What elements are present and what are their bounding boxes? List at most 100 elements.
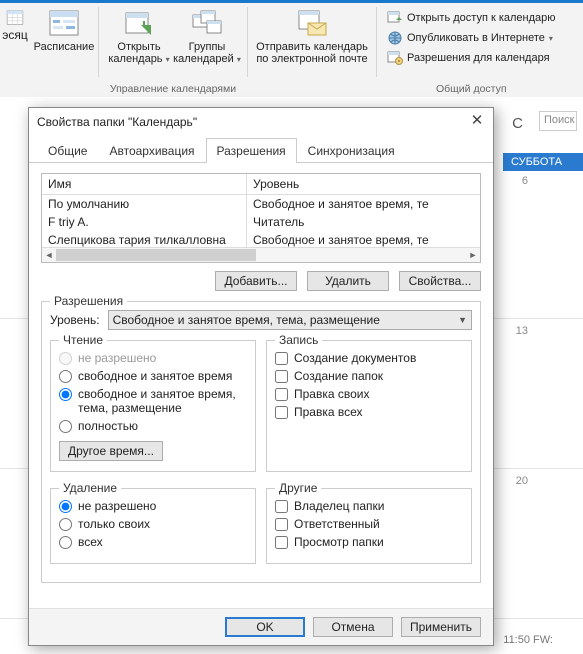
checkbox-edit-own[interactable]: Правка своих bbox=[275, 387, 463, 401]
tab-sync[interactable]: Синхронизация bbox=[297, 138, 406, 163]
checkbox-label: Создание документов bbox=[294, 351, 416, 365]
radio-input[interactable] bbox=[59, 500, 72, 513]
checkbox-edit-all[interactable]: Правка всех bbox=[275, 405, 463, 419]
search-input[interactable]: Поиск bbox=[539, 111, 577, 131]
table-row[interactable]: F triy A. Читатель bbox=[42, 213, 480, 231]
dialog-titlebar: Свойства папки "Календарь" ✕ bbox=[29, 108, 493, 136]
checkbox-input[interactable] bbox=[275, 370, 288, 383]
permissions-fieldset: Разрешения Уровень: Свободное и занятое … bbox=[41, 301, 481, 583]
radio-input[interactable] bbox=[59, 420, 72, 433]
properties-button[interactable]: Свойства... bbox=[399, 271, 481, 291]
ribbon-item-share-open[interactable]: Открыть доступ к календарю bbox=[383, 9, 560, 27]
calendar-letter: С bbox=[512, 115, 523, 132]
ribbon-label: Расписание bbox=[34, 41, 95, 53]
cancel-button[interactable]: Отмена bbox=[313, 617, 393, 637]
checkbox-input[interactable] bbox=[275, 500, 288, 513]
chevron-down-icon: ▼ bbox=[458, 315, 467, 325]
checkbox-input[interactable] bbox=[275, 518, 288, 531]
checkbox-folder-view[interactable]: Просмотр папки bbox=[275, 535, 463, 549]
cell-name: Слепцикова тария тилкалловна bbox=[42, 231, 247, 247]
checkbox-input[interactable] bbox=[275, 352, 288, 365]
scroll-right-icon[interactable]: ► bbox=[466, 248, 480, 262]
tab-permissions[interactable]: Разрешения bbox=[206, 138, 297, 163]
ribbon-group-label: Управление календарями bbox=[99, 83, 247, 95]
ribbon-item-schedule[interactable]: Расписание bbox=[30, 3, 98, 97]
checkbox-input[interactable] bbox=[275, 406, 288, 419]
checkbox-folder-owner[interactable]: Владелец папки bbox=[275, 499, 463, 513]
radio-read-freebusy-subject[interactable]: свободное и занятое время, тема, размеще… bbox=[59, 387, 247, 415]
ribbon-label: эсяц bbox=[2, 28, 28, 42]
chevron-down-icon: ▾ bbox=[166, 55, 170, 64]
fieldset-legend: Чтение bbox=[59, 333, 107, 347]
table-row[interactable]: Слепцикова тария тилкалловна Свободное и… bbox=[42, 231, 480, 247]
ribbon-item-send-email[interactable]: Отправить календарь по электронной почте bbox=[248, 3, 376, 97]
table-row[interactable]: По умолчанию Свободное и занятое время, … bbox=[42, 195, 480, 213]
radio-label: всех bbox=[78, 535, 103, 549]
ribbon-group-label: Общий доступ bbox=[377, 83, 566, 95]
radio-input[interactable] bbox=[59, 518, 72, 531]
add-button[interactable]: Добавить... bbox=[215, 271, 297, 291]
radio-input[interactable] bbox=[59, 388, 72, 401]
ribbon-item-month[interactable]: эсяц bbox=[0, 3, 30, 97]
level-select[interactable]: Свободное и занятое время, тема, размеще… bbox=[108, 310, 472, 330]
weekday-header-saturday: СУББОТА bbox=[503, 153, 583, 171]
checkbox-responsible[interactable]: Ответственный bbox=[275, 517, 463, 531]
radio-read-full[interactable]: полностью bbox=[59, 419, 247, 433]
checkbox-label: Просмотр папки bbox=[294, 535, 384, 549]
ribbon-item-calendar-permissions[interactable]: Разрешения для календаря bbox=[383, 49, 554, 67]
permissions-list-header: Имя Уровень bbox=[42, 174, 480, 195]
radio-delete-all[interactable]: всех bbox=[59, 535, 247, 549]
tab-general[interactable]: Общие bbox=[37, 138, 98, 163]
radio-read-none: не разрешено bbox=[59, 351, 247, 365]
cell-name: По умолчанию bbox=[42, 195, 247, 213]
checkbox-create-folders[interactable]: Создание папок bbox=[275, 369, 463, 383]
delete-fieldset: Удаление не разрешено только своих всех bbox=[50, 488, 256, 564]
scroll-left-icon[interactable]: ◄ bbox=[42, 248, 56, 262]
checkbox-input[interactable] bbox=[275, 536, 288, 549]
checkbox-label: Владелец папки bbox=[294, 499, 384, 513]
cell-level: Свободное и занятое время, те bbox=[247, 195, 480, 213]
ribbon-item-publish[interactable]: Опубликовать в Интернете ▾ bbox=[383, 29, 557, 47]
chevron-down-icon: ▾ bbox=[549, 34, 553, 43]
remove-button[interactable]: Удалить bbox=[307, 271, 389, 291]
radio-delete-own[interactable]: только своих bbox=[59, 517, 247, 531]
ribbon-group-share: Открыть доступ к календарю Опубликовать … bbox=[377, 3, 566, 97]
horizontal-scrollbar[interactable]: ◄ ► bbox=[42, 247, 480, 262]
tab-body-permissions: Имя Уровень По умолчанию Свободное и зан… bbox=[29, 163, 493, 608]
dialog-tabs: Общие Автоархивация Разрешения Синхрониз… bbox=[29, 138, 493, 163]
level-label: Уровень: bbox=[50, 313, 100, 327]
ribbon-item-calendar-groups[interactable]: Группы календарей ▾ bbox=[173, 7, 241, 66]
cell-name: F triy A. bbox=[42, 213, 247, 231]
level-select-value: Свободное и занятое время, тема, размеще… bbox=[113, 313, 380, 327]
ribbon-item-open-calendar[interactable]: Открыть календарь ▾ bbox=[105, 7, 173, 66]
permissions-list[interactable]: Имя Уровень По умолчанию Свободное и зан… bbox=[41, 173, 481, 263]
read-fieldset: Чтение не разрешено свободное и занятое … bbox=[50, 340, 256, 472]
radio-label: не разрешено bbox=[78, 351, 156, 365]
apply-button[interactable]: Применить bbox=[401, 617, 481, 637]
radio-label: не разрешено bbox=[78, 499, 156, 513]
column-header-level[interactable]: Уровень bbox=[247, 174, 480, 194]
cell-level: Читатель bbox=[247, 213, 480, 231]
other-time-button[interactable]: Другое время... bbox=[59, 441, 163, 461]
column-header-name[interactable]: Имя bbox=[42, 174, 247, 194]
radio-read-freebusy[interactable]: свободное и занятое время bbox=[59, 369, 247, 383]
radio-input[interactable] bbox=[59, 536, 72, 549]
fieldset-legend: Другие bbox=[275, 481, 321, 495]
checkbox-label: Создание папок bbox=[294, 369, 383, 383]
ribbon-label: Разрешения для календаря bbox=[407, 52, 550, 64]
ribbon-label: Опубликовать в Интернете bbox=[407, 32, 545, 44]
checkbox-create-items[interactable]: Создание документов bbox=[275, 351, 463, 365]
close-button[interactable]: ✕ bbox=[469, 114, 485, 130]
checkbox-input[interactable] bbox=[275, 388, 288, 401]
calendar-share-icon bbox=[387, 10, 403, 26]
radio-delete-none[interactable]: не разрешено bbox=[59, 499, 247, 513]
radio-input[interactable] bbox=[59, 370, 72, 383]
chevron-down-icon: ▾ bbox=[237, 55, 241, 64]
cell-level: Свободное и занятое время, те bbox=[247, 231, 480, 247]
tab-autoarchive[interactable]: Автоархивация bbox=[98, 138, 205, 163]
folder-properties-dialog: Свойства папки "Календарь" ✕ Общие Автоа… bbox=[28, 107, 494, 646]
ok-button[interactable]: OK bbox=[225, 617, 305, 637]
scroll-thumb[interactable] bbox=[56, 249, 256, 261]
calendar-date: 13 bbox=[516, 325, 528, 337]
checkbox-label: Правка всех bbox=[294, 405, 363, 419]
